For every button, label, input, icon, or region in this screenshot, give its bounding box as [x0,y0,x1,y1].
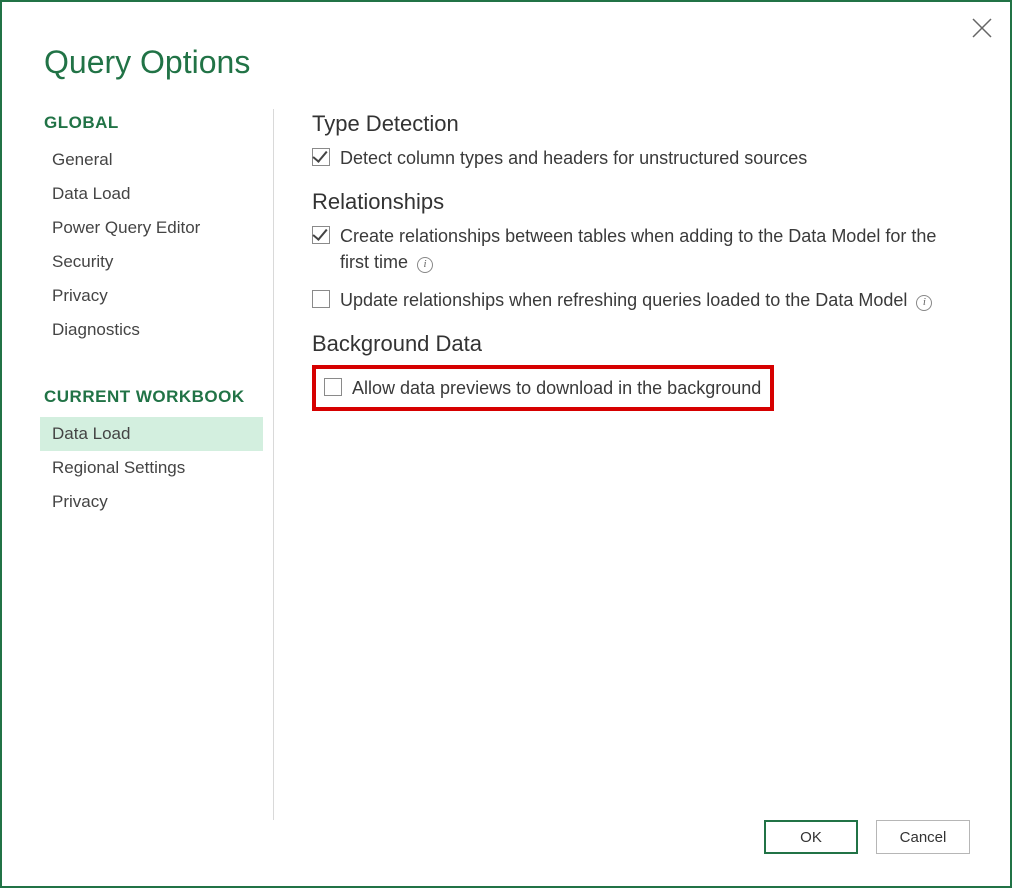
group-title-relationships: Relationships [312,189,970,215]
info-icon[interactable]: i [916,295,932,311]
sidebar-item-security[interactable]: Security [40,245,263,279]
sidebar-item-workbook-privacy[interactable]: Privacy [40,485,263,519]
sidebar: GLOBAL General Data Load Power Query Edi… [44,109,274,820]
sidebar-item-power-query-editor[interactable]: Power Query Editor [40,211,263,245]
sidebar-item-general[interactable]: General [40,143,263,177]
checkbox-update-relationships[interactable] [312,290,330,308]
content-pane: Type Detection Detect column types and h… [274,109,970,820]
option-text: Update relationships when refreshing que… [340,290,907,310]
sidebar-header-workbook: CURRENT WORKBOOK [44,387,263,407]
sidebar-item-workbook-data-load[interactable]: Data Load [40,417,263,451]
option-label: Allow data previews to download in the b… [352,375,762,401]
close-icon [970,16,994,40]
checkbox-create-relationships[interactable] [312,226,330,244]
group-title-background-data: Background Data [312,331,970,357]
info-icon[interactable]: i [417,257,433,273]
option-allow-background-previews[interactable]: Allow data previews to download in the b… [324,375,762,401]
dialog-body: GLOBAL General Data Load Power Query Edi… [2,81,1010,820]
group-title-type-detection: Type Detection [312,111,970,137]
sidebar-item-diagnostics[interactable]: Diagnostics [40,313,263,347]
sidebar-header-global: GLOBAL [44,113,263,133]
checkbox-allow-background-previews[interactable] [324,378,342,396]
close-button[interactable] [970,16,994,40]
option-update-relationships[interactable]: Update relationships when refreshing que… [312,287,970,313]
cancel-button[interactable]: Cancel [876,820,970,854]
sidebar-item-global-privacy[interactable]: Privacy [40,279,263,313]
sidebar-item-global-data-load[interactable]: Data Load [40,177,263,211]
option-create-relationships[interactable]: Create relationships between tables when… [312,223,970,275]
dialog-footer: OK Cancel [2,820,1010,886]
option-label: Update relationships when refreshing que… [340,287,970,313]
checkbox-detect-column-types[interactable] [312,148,330,166]
query-options-dialog: Query Options GLOBAL General Data Load P… [0,0,1012,888]
sidebar-item-regional-settings[interactable]: Regional Settings [40,451,263,485]
ok-button[interactable]: OK [764,820,858,854]
option-detect-column-types[interactable]: Detect column types and headers for unst… [312,145,970,171]
option-label: Detect column types and headers for unst… [340,145,970,171]
option-label: Create relationships between tables when… [340,223,970,275]
highlighted-option: Allow data previews to download in the b… [312,365,774,411]
dialog-title: Query Options [2,2,1010,81]
